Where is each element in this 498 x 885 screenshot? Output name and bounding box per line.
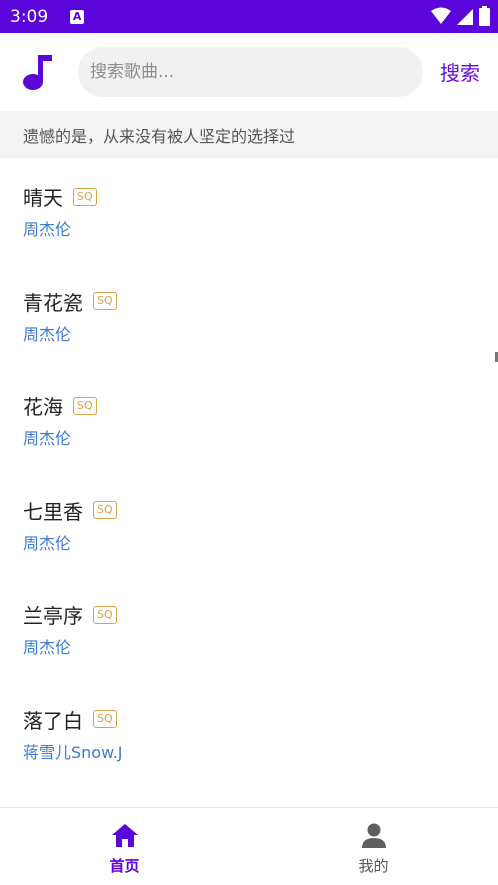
quote-banner: 遗憾的是，从来没有被人坚定的选择过 [0,111,498,158]
status-bar: 3:09 A [0,0,498,33]
song-item[interactable]: 青花瓷 SQ 周杰伦 [0,263,498,368]
song-item[interactable]: 落了白 SQ 蒋雪儿Snow.J [0,681,498,786]
song-artist: 周杰伦 [23,533,72,553]
notification-icon: A [70,9,85,24]
song-title-row: 青花瓷 SQ [23,287,117,316]
song-artist: 周杰伦 [23,638,72,657]
song-title: 花海 [23,395,63,419]
nav-label-home: 首页 [109,857,140,875]
nav-label-profile: 我的 [358,857,389,875]
search-input[interactable] [78,47,423,97]
status-icons [431,6,490,26]
bottom-nav: 首页 我的 [0,807,498,885]
wifi-icon [431,7,451,24]
song-artist: 蒋雪儿Snow.J [23,742,123,762]
song-title-row: 七里香 SQ [23,496,117,525]
song-title: 青花瓷 [23,290,83,315]
sq-badge: SQ [93,292,117,310]
song-artist: 周杰伦 [23,220,72,239]
song-title: 兰亭序 [23,604,83,628]
song-artist: 周杰伦 [23,429,72,448]
battery-icon [479,6,490,26]
music-note-icon [23,55,52,90]
song-list: 晴天 SQ 周杰伦 青花瓷 SQ 周杰伦 花海 SQ 周杰伦 七里香 SQ 周杰… [0,158,498,785]
person-icon [361,823,386,848]
song-artist: 周杰伦 [23,324,72,344]
nav-item-home[interactable]: 首页 [0,808,249,885]
song-item[interactable]: 花海 SQ 周杰伦 [0,367,498,472]
sq-badge: SQ [73,396,97,415]
song-item[interactable]: 七里香 SQ 周杰伦 [0,472,498,577]
song-title-row: 落了白 SQ [23,705,117,734]
song-title-row: 晴天 SQ [23,182,97,211]
home-icon [111,824,138,847]
sq-badge: SQ [93,710,117,728]
search-button[interactable]: 搜索 [440,57,480,86]
nav-item-profile[interactable]: 我的 [249,808,498,885]
sq-badge: SQ [73,187,97,206]
top-bar: 搜索 [0,33,498,111]
song-title-row: 兰亭序 SQ [23,600,117,629]
song-item[interactable]: 兰亭序 SQ 周杰伦 [0,576,498,681]
sq-badge: SQ [93,501,117,519]
quote-text: 遗憾的是，从来没有被人坚定的选择过 [23,126,296,146]
song-item[interactable]: 晴天 SQ 周杰伦 [0,158,498,263]
sq-badge: SQ [93,605,117,624]
song-title: 落了白 [23,708,83,733]
song-title: 七里香 [23,499,83,524]
status-time: 3:09 [10,6,49,27]
song-title: 晴天 [23,186,63,210]
signal-icon [457,9,473,25]
song-title-row: 花海 SQ [23,391,97,420]
